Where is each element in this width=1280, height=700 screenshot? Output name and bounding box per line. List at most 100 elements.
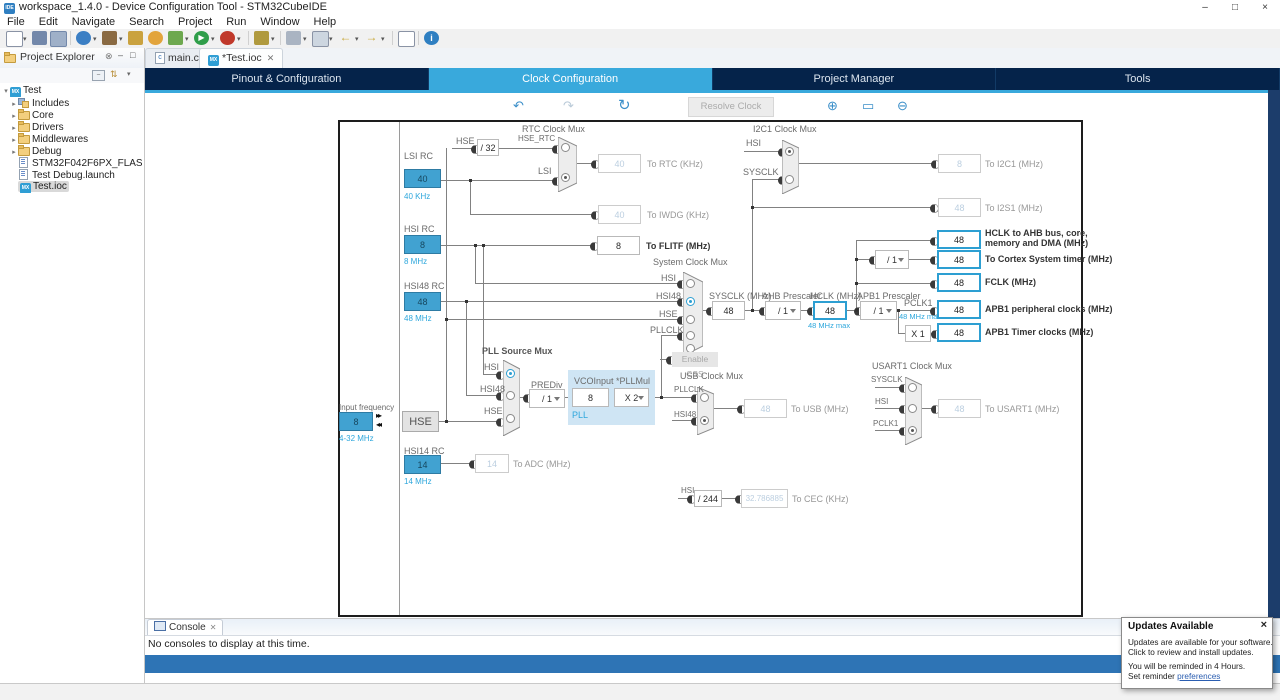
save-icon[interactable] [32, 31, 47, 45]
open-perspective-icon[interactable] [398, 31, 415, 47]
minimize-button[interactable]: – [1190, 0, 1220, 16]
chart-icon[interactable] [128, 31, 143, 45]
save-all-icon[interactable] [50, 31, 67, 47]
debug-caret[interactable]: ▾ [185, 35, 189, 43]
i2c1-mux-sysclk-radio[interactable] [785, 175, 794, 184]
editor-horizontal-scrollbar[interactable] [145, 655, 1280, 673]
sys-mux-hsi-radio[interactable] [686, 279, 695, 288]
reset-icon[interactable]: ↻ [618, 96, 631, 114]
preferences-link[interactable]: preferences [1177, 672, 1220, 681]
tree-item-middlewares[interactable]: ▸ Middlewares [2, 133, 142, 145]
next-annotation-icon[interactable] [312, 31, 329, 47]
new-dropdown-caret[interactable]: ▾ [23, 35, 27, 43]
link-icon[interactable] [254, 31, 269, 45]
hclk-value[interactable]: 48 [813, 301, 847, 320]
browse-icon[interactable] [76, 31, 91, 45]
usb-mux-hsi48-radio[interactable] [700, 416, 709, 425]
flame-icon[interactable] [148, 31, 163, 45]
pllmul-select[interactable]: X 2 [614, 388, 649, 407]
tree-chevron-icon[interactable]: ▸ [10, 99, 18, 109]
profile-icon[interactable] [220, 31, 235, 45]
editor-tab--test-ioc[interactable]: MX *Test.ioc ✕ [199, 48, 284, 68]
updates-popup-close-icon[interactable]: × [1261, 619, 1267, 631]
input-frequency-value[interactable]: 8 [339, 412, 373, 431]
apb1-timer-value[interactable]: 48 [937, 323, 981, 342]
fclk-value[interactable]: 48 [937, 273, 981, 292]
browse-caret[interactable]: ▾ [93, 35, 97, 43]
tree-item-test-ioc[interactable]: MX Test.ioc [2, 181, 142, 193]
tree-item-stm32f042f6px-flash-ld[interactable]: STM32F042F6PX_FLASH.ld [2, 157, 142, 169]
hclk-ahb-value[interactable]: 48 [937, 230, 981, 249]
apb1-prescaler-select[interactable]: / 1 [860, 301, 897, 320]
build-caret[interactable]: ▾ [119, 35, 123, 43]
maximize-button[interactable]: □ [1220, 0, 1250, 16]
tree-chevron-icon[interactable]: ▸ [10, 123, 18, 133]
pll-mux-hsi-radio[interactable] [506, 369, 515, 378]
annotations-caret[interactable]: ▾ [303, 35, 307, 43]
resolve-clock-issues-button[interactable]: Resolve Clock Issues [688, 97, 774, 130]
rtc-mux-hse-rtc-radio[interactable] [561, 143, 570, 152]
profile-caret[interactable]: ▾ [237, 35, 241, 43]
tree-chevron-icon[interactable]: ▸ [10, 147, 18, 157]
zoom-out-icon[interactable]: ⊖ [897, 98, 908, 114]
menu-edit[interactable]: Edit [32, 16, 65, 29]
rtc-mux-lsi-radio[interactable] [561, 173, 570, 182]
collapse-all-icon[interactable]: – [92, 70, 105, 81]
run-caret[interactable]: ▾ [211, 35, 215, 43]
menu-navigate[interactable]: Navigate [65, 16, 122, 29]
console-tab-close-icon[interactable]: ✕ [210, 623, 217, 632]
build-icon[interactable] [102, 31, 117, 45]
prediv-select[interactable]: / 1 [529, 389, 565, 408]
cortex-prescaler-select[interactable]: / 1 [875, 250, 909, 269]
usart1-mux-pclk1-radio[interactable] [908, 426, 917, 435]
zoom-fit-icon[interactable]: ▭ [862, 98, 874, 114]
tab-project-manager[interactable]: Project Manager [712, 68, 997, 90]
debug-icon[interactable] [168, 31, 183, 45]
tree-item-test[interactable]: ▾ MX Test [2, 85, 142, 97]
next-annotation-caret[interactable]: ▾ [329, 35, 333, 43]
run-icon[interactable]: ▶ [194, 31, 209, 45]
tree-chevron-icon[interactable]: ▾ [2, 86, 10, 97]
menu-search[interactable]: Search [122, 16, 171, 29]
enable-css-button[interactable]: Enable CSS [672, 352, 718, 379]
minimize-view-icon[interactable]: – [118, 50, 123, 60]
new-icon[interactable] [6, 31, 23, 47]
link-editor-icon[interactable]: ⇅ [110, 69, 118, 80]
redo-icon[interactable]: ↷ [563, 98, 574, 114]
tab-tools[interactable]: Tools [996, 68, 1280, 90]
back-icon[interactable]: ← [338, 31, 353, 45]
maximize-view-icon[interactable]: □ [130, 50, 135, 60]
forward-caret[interactable]: ▾ [381, 35, 385, 43]
apb1-peripheral-value[interactable]: 48 [937, 300, 981, 319]
tree-chevron-icon[interactable]: ▸ [10, 135, 18, 145]
menu-window[interactable]: Window [253, 16, 306, 29]
sys-mux-hsi48-radio[interactable] [686, 297, 695, 306]
sys-mux-hse-radio[interactable] [686, 315, 695, 324]
zoom-in-icon[interactable]: ⊕ [827, 98, 838, 114]
explorer-tab-close-icon[interactable]: ⊗ [105, 51, 113, 62]
view-menu-icon[interactable]: ▾ [127, 70, 131, 78]
tree-item-debug[interactable]: ▸ Debug [2, 145, 142, 157]
menu-project[interactable]: Project [171, 16, 219, 29]
tab-clock-configuration[interactable]: Clock Configuration [428, 68, 713, 90]
tab-pinout-configuration[interactable]: Pinout & Configuration [145, 68, 429, 90]
pll-mux-hse-radio[interactable] [506, 414, 515, 423]
tab-close-icon[interactable]: ✕ [267, 53, 275, 63]
usart1-mux-sysclk-radio[interactable] [908, 383, 917, 392]
tree-item-test-debug-launch[interactable]: Test Debug.launch [2, 169, 142, 181]
link-caret[interactable]: ▾ [271, 35, 275, 43]
menu-help[interactable]: Help [307, 16, 344, 29]
forward-icon[interactable]: → [364, 31, 379, 45]
usart1-mux-hsi-radio[interactable] [908, 404, 917, 413]
i2c1-mux-hsi-radio[interactable] [785, 147, 794, 156]
annotations-icon[interactable] [286, 31, 301, 45]
menu-run[interactable]: Run [219, 16, 253, 29]
info-icon[interactable]: i [424, 31, 439, 45]
editor-vertical-scrollbar[interactable] [1268, 90, 1280, 618]
back-caret[interactable]: ▾ [355, 35, 359, 43]
tree-chevron-icon[interactable]: ▸ [10, 111, 18, 121]
close-button[interactable]: × [1250, 0, 1280, 16]
tree-item-includes[interactable]: ▸ Includes [2, 97, 142, 109]
usb-mux-pllclk-radio[interactable] [700, 393, 709, 402]
pll-mux-hsi48-radio[interactable] [506, 391, 515, 400]
